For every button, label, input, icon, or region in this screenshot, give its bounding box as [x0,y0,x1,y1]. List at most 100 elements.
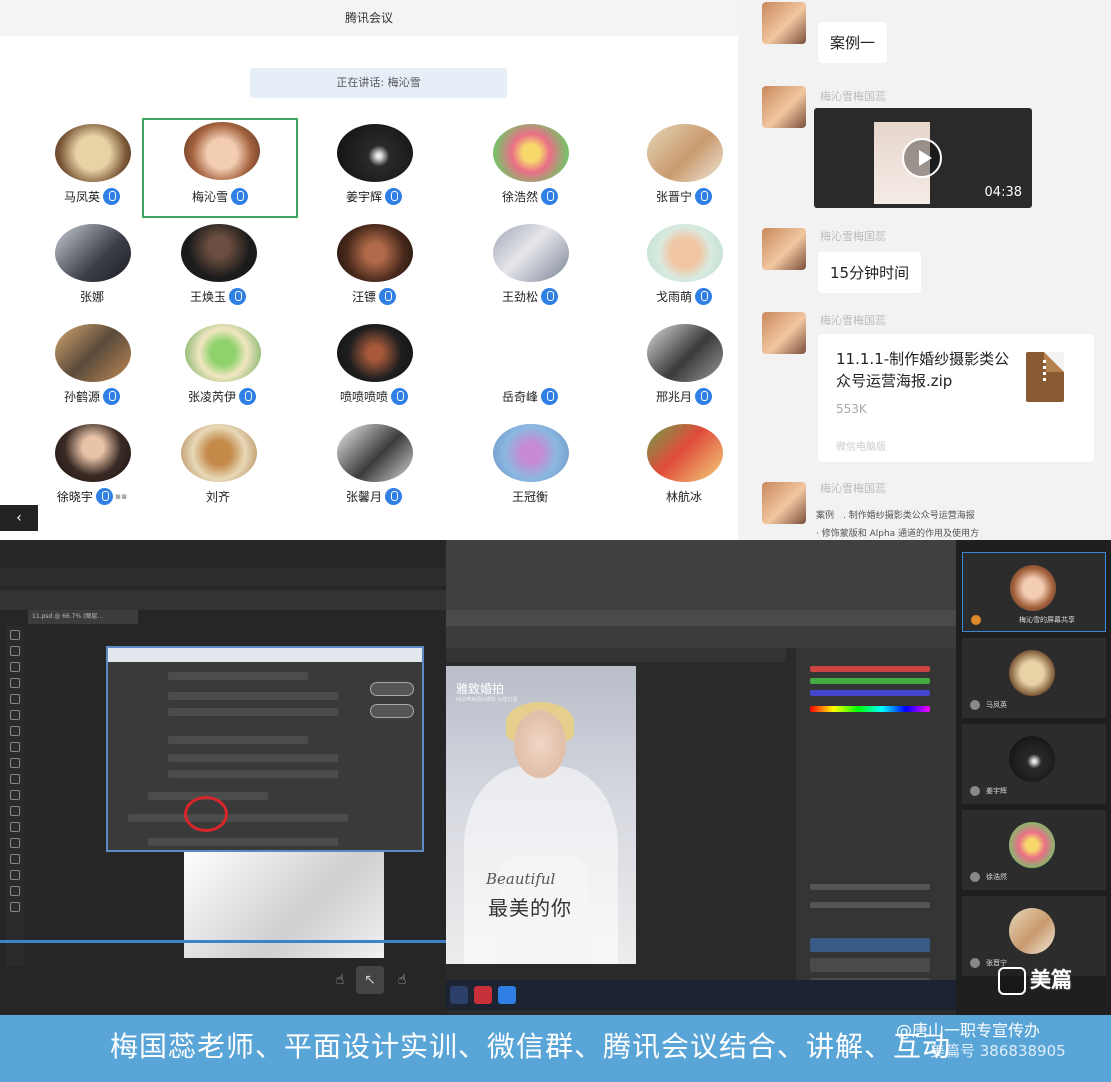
participant-name: 王劲松 [501,290,538,304]
participant-avatar [647,324,723,382]
ps-document-tab[interactable] [446,648,786,662]
mic-icon[interactable] [541,388,558,405]
chat-avatar[interactable] [762,2,806,44]
participant-avatar [184,122,260,180]
participant-avatar [181,224,257,282]
mic-icon[interactable] [391,388,408,405]
mic-icon[interactable] [385,188,402,205]
participant-tile[interactable]: 邢兆月 [610,320,738,420]
participant-tile[interactable]: 岳奇峰 [456,320,604,420]
ps-menubar [446,610,956,626]
participant-tile[interactable]: 徐浩然 [456,120,604,220]
video-tile[interactable]: 梅沁雪的屏幕共享 [962,552,1106,632]
chat-avatar[interactable] [762,482,806,524]
mic-icon[interactable] [541,288,558,305]
participant-tile[interactable]: 孙鹤源 [18,320,166,420]
participant-tile[interactable]: 汪镖 [300,220,448,320]
video-avatar [1009,822,1055,868]
participant-tile[interactable]: 林航冰 [610,420,738,520]
chat-avatar[interactable] [762,312,806,354]
chat-message: 案例一 [818,22,888,63]
participant-avatar [337,324,413,382]
participant-tile[interactable]: 刘齐 [144,420,292,520]
annotate-icon[interactable]: ☝ [326,966,354,994]
desktop-area [446,540,956,610]
participant-name: 梅沁雪 [191,190,228,204]
ps-options-bar [0,590,446,610]
video-message[interactable]: 04:38 [814,108,1032,208]
mic-icon[interactable] [231,188,248,205]
dialog-ok-button[interactable] [370,682,414,696]
participant-name: 岳奇峰 [501,390,538,404]
share-icon [971,615,981,625]
taskbar-app-icon[interactable] [498,986,516,1004]
mic-icon[interactable] [695,188,712,205]
participant-name: 林航冰 [665,490,702,504]
poster-chinese-text: 最美的你 [488,896,572,920]
participant-name: 张馨月 [345,490,382,504]
mic-icon[interactable] [239,388,256,405]
mic-icon[interactable] [103,188,120,205]
mic-icon[interactable] [229,288,246,305]
ps-toolbar[interactable] [6,626,24,966]
chat-avatar[interactable] [762,228,806,270]
wedding-poster: 雅致婚拍 纯洁唯美婚纱摄影 为您打造 Beautiful 最美的你 [446,666,636,964]
credit-watermark: @唐山一职专宣传办 [896,1021,1041,1040]
taskbar-app-icon[interactable] [474,986,492,1004]
participant-tile[interactable]: 王焕玉 [144,220,292,320]
participant-tile[interactable]: 喷喷喷喷 [300,320,448,420]
back-arrow-button[interactable]: ‹ [0,505,38,531]
meipian-watermark: 美篇 [998,964,1072,995]
mic-icon[interactable] [95,488,113,505]
participant-tile[interactable]: 张馨月 [300,420,448,520]
participant-name: 王焕玉 [189,290,226,304]
ps-menubar [0,568,446,586]
mic-icon[interactable] [541,188,558,205]
participant-tile[interactable]: 姜宇辉 [300,120,448,220]
participant-name: 王冠衡 [511,490,548,504]
pointer-icon[interactable]: ↖ [356,966,384,994]
screen-share: 11.psd @ 66.7% (图层... ☝ ↖ ☝ 雅致婚拍 纯洁唯美婚纱摄… [0,540,1111,1015]
dialog-cancel-button[interactable] [370,704,414,718]
video-name: 马凤英 [986,701,1007,709]
mic-icon[interactable] [695,288,712,305]
participant-tile[interactable]: 张凌芮伊 [148,320,296,420]
chat-message: 15分钟时间 [818,252,922,293]
participant-avatar [185,324,261,382]
video-tile[interactable]: 姜宇辉 [962,724,1106,804]
participant-avatar [181,424,257,482]
participant-tile[interactable]: 戈雨萌 [610,220,738,320]
play-icon[interactable] [902,138,942,178]
mic-icon[interactable] [695,388,712,405]
participant-avatar [337,124,413,182]
video-avatar [1009,650,1055,696]
photoshop-window-left: 11.psd @ 66.7% (图层... ☝ ↖ ☝ [0,540,446,1015]
file-message[interactable]: 11.1.1-制作婚纱摄影类公众号运营海报.zip 553K 微信电脑版 [818,334,1094,462]
participant-avatar [493,224,569,282]
participant-tile[interactable]: 王冠衡 [456,420,604,520]
mic-icon[interactable] [385,488,402,505]
participant-tile[interactable]: 王劲松 [456,220,604,320]
mic-icon[interactable] [103,388,120,405]
mic-icon[interactable] [379,288,396,305]
meipian-id-watermark: 美篇号 386838905 [930,1042,1066,1060]
eraser-icon[interactable]: ☝ [388,966,416,994]
chat-avatar[interactable] [762,86,806,128]
video-name: 姜宇辉 [986,787,1007,795]
participant-tile[interactable]: 张晋宁 [610,120,738,220]
participant-tile-active[interactable]: 梅沁雪 [142,118,298,218]
meeting-panel: 腾讯会议 正在讲话: 梅沁雪 马凤英 梅沁雪 姜宇辉 徐浩然 张晋宁 张娜 王焕… [0,0,738,540]
video-tile[interactable]: 徐浩然 [962,810,1106,890]
ps-document-tab[interactable]: 11.psd @ 66.7% (图层... [28,610,138,624]
taskbar-app-icon[interactable] [450,986,468,1004]
video-sidebar: 梅沁雪的屏幕共享 马凤英 姜宇辉 徐浩然 张晋宁 [956,540,1111,1015]
file-source: 微信电脑版 [836,442,886,453]
ps-panels[interactable] [796,648,956,1008]
participant-name: 姜宇辉 [345,190,382,204]
chat-sender-name: 梅沁雪梅国蕊 [820,482,886,495]
taskbar [446,980,956,1010]
chat-panel: 案例一 梅沁雪梅国蕊 04:38 梅沁雪梅国蕊 15分钟时间 梅沁雪梅国蕊 11… [738,0,1111,540]
video-tile[interactable]: 马凤英 [962,638,1106,718]
speaking-indicator: 正在讲话: 梅沁雪 [250,68,507,98]
meipian-logo-icon [998,967,1026,995]
